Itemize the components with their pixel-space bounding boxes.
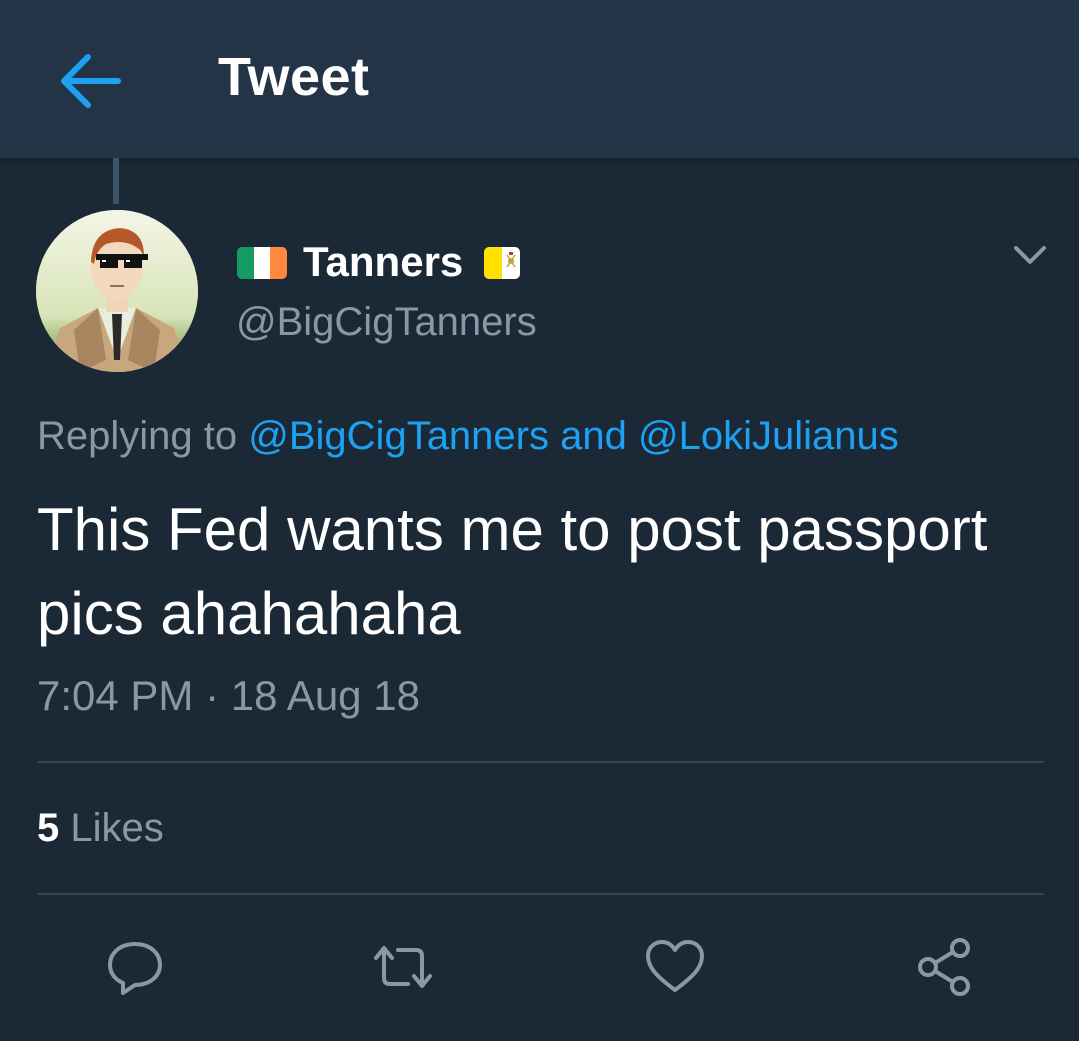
mention-link-bigcigtanners[interactable]: @BigCigTanners (248, 414, 549, 458)
author-handle[interactable]: @BigCigTanners (236, 300, 537, 345)
likes-count: 5 (37, 806, 60, 850)
likes-stat[interactable]: 5 Likes (37, 806, 164, 851)
reply-icon (108, 942, 162, 995)
heart-icon (646, 940, 704, 992)
avatar-illustration (36, 210, 198, 372)
avatar[interactable] (36, 210, 198, 372)
top-app-bar: Tweet (0, 0, 1079, 158)
replying-to-label: Replying to (37, 414, 238, 458)
mention-link-lokijulianus[interactable]: @LokiJulianus (638, 414, 899, 458)
divider (37, 893, 1044, 895)
ireland-flag-icon (237, 247, 287, 279)
reply-button[interactable] (102, 934, 168, 1000)
likes-label: Likes (70, 806, 164, 850)
chevron-down-icon (1014, 246, 1046, 264)
retweet-icon (374, 946, 432, 988)
back-button[interactable] (56, 50, 126, 112)
arrow-left-icon (61, 54, 121, 108)
tweet-timestamp: 7:04 PM · 18 Aug 18 (37, 672, 420, 719)
share-button[interactable] (912, 934, 978, 1000)
page-title: Tweet (218, 47, 370, 107)
vatican-flag-icon (484, 247, 520, 279)
replying-to-line: Replying to @BigCigTanners and @LokiJuli… (37, 414, 899, 459)
share-icon (918, 938, 970, 996)
author-display-name[interactable]: Tanners (303, 238, 463, 286)
like-button[interactable] (642, 934, 708, 1000)
more-options-button[interactable] (1010, 238, 1050, 272)
mention-joiner[interactable]: and (560, 414, 627, 458)
retweet-button[interactable] (370, 934, 436, 1000)
divider (37, 761, 1044, 763)
thread-connector-line (113, 158, 119, 204)
tweet-text: This Fed wants me to post passport pics … (37, 496, 988, 647)
